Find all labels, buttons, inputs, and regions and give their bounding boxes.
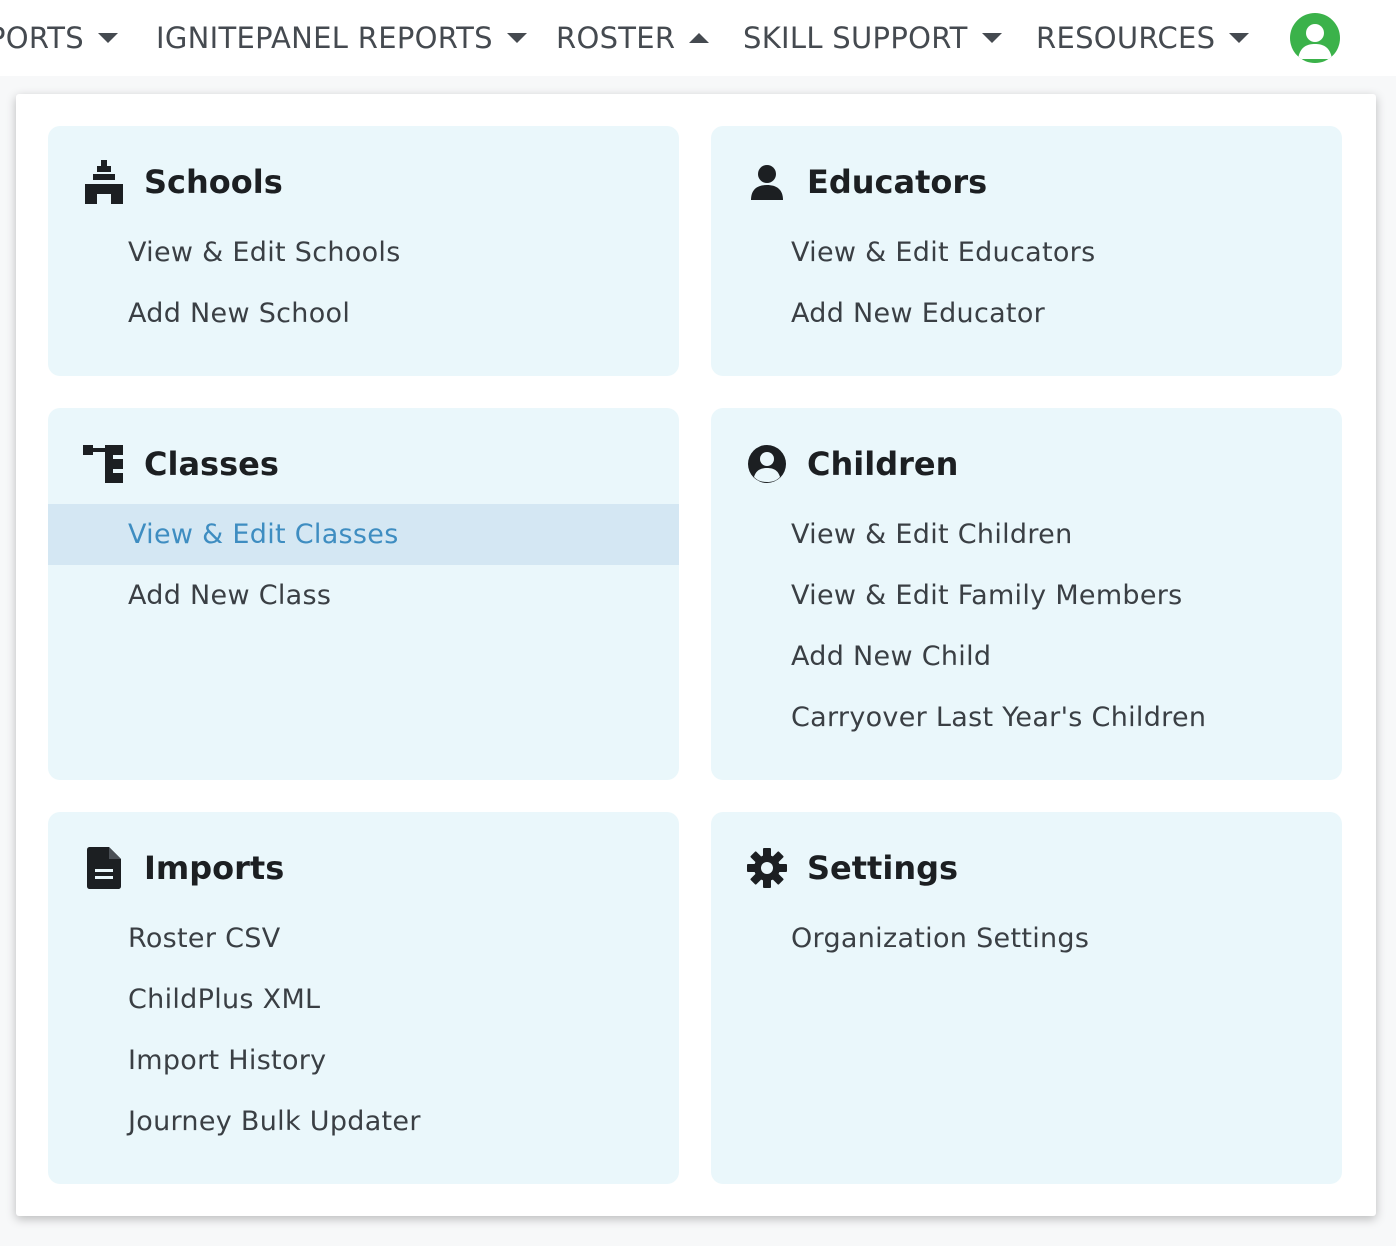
nav-ignitepanel-reports[interactable]: IGNITEPANEL REPORTS [156, 18, 527, 58]
educators-title: Educators [807, 163, 988, 201]
educators-header: Educators [711, 158, 1342, 206]
person-icon [745, 160, 789, 204]
user-circle-icon [745, 442, 789, 486]
children-card: Children View & Edit Children View & Edi… [711, 408, 1342, 780]
hierarchy-icon [82, 442, 126, 486]
school-building-icon [82, 160, 126, 204]
imports-card: Imports Roster CSV ChildPlus XML Import … [48, 812, 679, 1184]
view-edit-classes-link[interactable]: View & Edit Classes [48, 504, 679, 565]
gear-icon [745, 846, 789, 890]
classes-title: Classes [144, 445, 279, 483]
imports-header: Imports [48, 844, 679, 892]
settings-header: Settings [711, 844, 1342, 892]
import-history-link[interactable]: Import History [48, 1030, 679, 1091]
nav-ignitepanel-reports-label: IGNITEPANEL REPORTS [156, 21, 493, 55]
top-navigation: PORTS IGNITEPANEL REPORTS ROSTER SKILL S… [0, 0, 1396, 76]
nav-roster[interactable]: ROSTER [556, 18, 710, 58]
schools-title: Schools [144, 163, 283, 201]
nav-resources[interactable]: RESOURCES [1036, 18, 1250, 58]
imports-title: Imports [144, 849, 285, 887]
nav-reports[interactable]: PORTS [0, 18, 118, 58]
children-header: Children [711, 440, 1342, 488]
schools-card: Schools View & Edit Schools Add New Scho… [48, 126, 679, 376]
carryover-children-link[interactable]: Carryover Last Year's Children [711, 687, 1342, 748]
user-avatar-icon[interactable] [1290, 13, 1340, 63]
organization-settings-link[interactable]: Organization Settings [711, 908, 1342, 969]
view-edit-schools-link[interactable]: View & Edit Schools [48, 222, 679, 283]
add-new-educator-link[interactable]: Add New Educator [711, 283, 1342, 344]
childplus-xml-link[interactable]: ChildPlus XML [48, 969, 679, 1030]
nav-skill-support[interactable]: SKILL SUPPORT [743, 18, 1002, 58]
caret-down-icon [981, 33, 1002, 43]
view-edit-family-members-link[interactable]: View & Edit Family Members [711, 565, 1342, 626]
caret-down-icon [97, 33, 118, 43]
classes-header: Classes [48, 440, 679, 488]
view-edit-children-link[interactable]: View & Edit Children [711, 504, 1342, 565]
nav-roster-label: ROSTER [556, 21, 676, 55]
caret-down-icon [1229, 33, 1250, 43]
educators-card: Educators View & Edit Educators Add New … [711, 126, 1342, 376]
add-new-child-link[interactable]: Add New Child [711, 626, 1342, 687]
document-icon [82, 846, 126, 890]
nav-skill-support-label: SKILL SUPPORT [743, 21, 968, 55]
classes-card: Classes View & Edit Classes Add New Clas… [48, 408, 679, 780]
caret-down-icon [506, 33, 527, 43]
roster-dropdown-panel: Schools View & Edit Schools Add New Scho… [16, 94, 1376, 1216]
nav-resources-label: RESOURCES [1036, 21, 1216, 55]
add-new-school-link[interactable]: Add New School [48, 283, 679, 344]
settings-title: Settings [807, 849, 959, 887]
children-title: Children [807, 445, 959, 483]
caret-up-icon [689, 33, 710, 43]
schools-header: Schools [48, 158, 679, 206]
journey-bulk-updater-link[interactable]: Journey Bulk Updater [48, 1091, 679, 1152]
add-new-class-link[interactable]: Add New Class [48, 565, 679, 626]
settings-card: Settings Organization Settings [711, 812, 1342, 1184]
nav-reports-label: PORTS [0, 21, 84, 55]
view-edit-educators-link[interactable]: View & Edit Educators [711, 222, 1342, 283]
roster-csv-link[interactable]: Roster CSV [48, 908, 679, 969]
